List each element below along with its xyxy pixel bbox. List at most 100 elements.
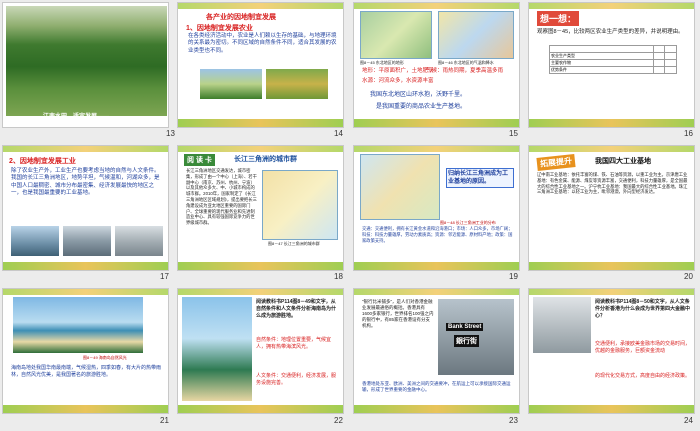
frame-decoration [529,3,694,9]
terrace-photo [266,69,328,99]
climate-map [438,11,514,59]
slide-number: 20 [684,272,693,281]
question-text: 观察图8－45，比较两区农业生产类型的差异，并说明理由。 [537,29,684,35]
slide-body: 辽中南工业基地：依托丰富的煤、铁、石油等资源，以重工业为主。京津唐工业基地：有色… [537,172,688,195]
slide-number: 14 [334,129,343,138]
slide-body: 阅读教科书P114图8－49和文字，从自然条件和人文条件分析海南岛为什么成为旅游… [256,299,337,319]
frame-decoration [178,146,343,152]
natural-conditions: 自然条件：地理位置重要，气候宜人，拥有热带海滨风光。 [256,337,332,350]
paddy-field-photo [6,6,167,116]
frame-decoration [354,3,519,9]
slide-22[interactable]: 阅读教科书P114图8－49和文字，从自然条件和人文条件分析海南岛为什么成为旅游… [177,288,344,414]
bottom-text: 香港地处东亚、欧洲、美洲之间的交通要冲，在航运上可以承接国际交通运输，形成了世界… [362,381,511,393]
slide-13[interactable]: 江南水田，适宜发展—— [2,2,169,128]
table-header [652,45,666,53]
human-conditions: 人文条件：交通便利，经济发展，服务设施完善。 [256,373,337,386]
slide-number: 13 [166,129,175,138]
summary-text: 我国东北地区山环水抱，沃野千里。 [370,92,467,98]
frame-decoration [354,405,519,413]
slide-title: 长江三角洲的城市群 [234,156,297,163]
section-heading: 1、因地制宜发展农业 [186,25,253,32]
water-point: 水源：河流众多，水资源丰富 [362,78,434,84]
table-cell: 主要农作物 [549,59,654,67]
answer-text: 的现代化交易方式，高度自由的经济政策。 [595,373,691,379]
frame-decoration [354,262,519,270]
slide-title: 我国四大工业基地 [595,158,651,165]
slide-number: 23 [509,416,518,425]
frame-decoration [529,405,694,413]
answer-text: 交通便利，承接欧美金融市场的交易时间，优越的金融服务，巨额资金流动 [595,341,691,354]
climate-point: 气候：雨热同期，夏季高温多雨 [426,68,504,74]
slide-21[interactable]: 图8－49 海南岛自然风光 海南岛地处我国华南最南端，气候湿热，四季如春，有大片… [2,288,169,414]
frame-decoration [178,262,343,270]
slide-number: 18 [334,272,343,281]
summary-text: 是我国重要的商品农业生产基地。 [376,104,467,110]
frame-decoration [3,146,168,152]
slide-19[interactable]: 归纳长江三角洲成为工业基地的原因。 图8－48 长江三角洲工业的分布 交通：交通… [353,145,520,271]
terrain-map [360,11,432,59]
frame-decoration [529,289,694,295]
slide-body: 在各类经济活动中，农业是人们赖以生存的基础，与地理环境的关系最为密切。不同区域的… [188,33,337,54]
photo-caption: 图8－49 海南岛自然风光 [83,355,127,360]
map-caption: 图8－45 东北地区的地形 [360,60,404,65]
terrain-point: 地形：平原面积广，土地肥沃 [362,68,434,74]
slide-body: 阅读教科书P114图8－50和文字，从人文条件分析香港为什么会成为世界第四大金融… [595,299,691,319]
frame-decoration [354,289,519,295]
slide-number: 17 [160,272,169,281]
harbor-photo [11,226,59,256]
map-caption: 图8－47 长江三角洲的城市群 [268,241,320,246]
slide-body: 交通：交通便利，拥有长江黄金水道和沿海港口；市场：人口众多，市场广阔；科技：科技… [362,226,513,243]
street-sign-english: Bank Street [446,323,484,331]
map-caption: 图8－46 东北地区的气温和降水 [438,60,494,65]
section-heading: 2、因地制宜发展工业 [9,158,76,165]
slide-23[interactable]: “银行比米铺多”，是人们对香港金融业发展最通俗的概括。香港具有1600多家银行，… [353,288,520,414]
frame-decoration [529,262,694,270]
table-cell: 优势条件 [549,66,654,74]
palm-photo [182,297,252,401]
city-cluster-map [262,170,338,240]
frame-decoration [178,3,343,9]
slide-body: 长江三角洲地区交通发达，城市密集，形成了由一个中心（上海）、若干副中心（南京、苏… [186,168,257,226]
frame-decoration [178,289,343,295]
slide-14[interactable]: 各产业的因地制宜发展 1、因地制宜发展农业 在各类经济活动中，农业是人们赖以生存… [177,2,344,128]
city-photo [63,226,111,256]
reading-card-badge: 阅 读 卡 [184,154,215,166]
slide-18[interactable]: 阅 读 卡 长江三角洲的城市群 长江三角洲地区交通发达，城市密集，形成了由一个中… [177,145,344,271]
slide-number: 16 [684,129,693,138]
industry-photo [115,226,163,256]
farm-photo-1 [200,69,262,99]
summary-box: 归纳长江三角洲成为工业基地的原因。 [446,168,514,189]
slide-number: 22 [334,416,343,425]
slide-number: 15 [509,129,518,138]
street-sign-photo [533,297,591,353]
slide-title: 想一想： [537,11,580,26]
industry-map [360,154,440,220]
comparison-table: 农业生产类型 主要农作物 优势条件 [549,45,677,74]
slide-body: 海南岛地处我国华南最南端，气候湿热，四季如春，有大片的热带雨林，自然风光优美，是… [11,365,162,378]
slide-15[interactable]: 图8－45 东北地区的地形 图8－46 东北地区的气温和降水 地形：平原面积广，… [353,2,520,128]
slide-title: 各产业的因地制宜发展 [206,14,276,21]
frame-decoration [3,262,168,270]
beach-photo [13,297,143,353]
frame-decoration [529,119,694,127]
slide-number: 19 [509,272,518,281]
slide-body: “银行比米铺多”，是人们对香港金融业发展最通俗的概括。香港具有1600多家银行，… [362,299,434,329]
map-caption: 图8－48 长江三角洲工业的分布 [440,220,496,225]
extension-badge: 拓展提升 [536,154,576,171]
slide-body: 除了农业生产外，工业生产也要考虑当地的自然与人文条件。我国的长江三角洲地区，地势… [11,168,160,197]
frame-decoration [3,289,168,295]
frame-decoration [529,146,694,152]
slide-16[interactable]: 想一想： 观察图8－45，比较两区农业生产类型的差异，并说明理由。 农业生产类型… [528,2,695,128]
slide-17[interactable]: 2、因地制宜发展工业 除了农业生产外，工业生产也要考虑当地的自然与人文条件。我国… [2,145,169,271]
slide-number: 21 [160,416,169,425]
table-cell: 农业生产类型 [549,52,654,60]
frame-decoration [178,119,343,127]
slide-24[interactable]: 阅读教科书P114图8－50和文字，从人文条件分析香港为什么会成为世界第四大金融… [528,288,695,414]
frame-decoration [178,405,343,413]
frame-decoration [354,119,519,127]
street-sign-chinese: 銀行街 [454,335,479,347]
frame-decoration [3,405,168,413]
slide-number: 24 [684,416,693,425]
frame-decoration [354,146,519,152]
slide-20[interactable]: 拓展提升 我国四大工业基地 辽中南工业基地：依托丰富的煤、铁、石油等资源，以重工… [528,145,695,271]
